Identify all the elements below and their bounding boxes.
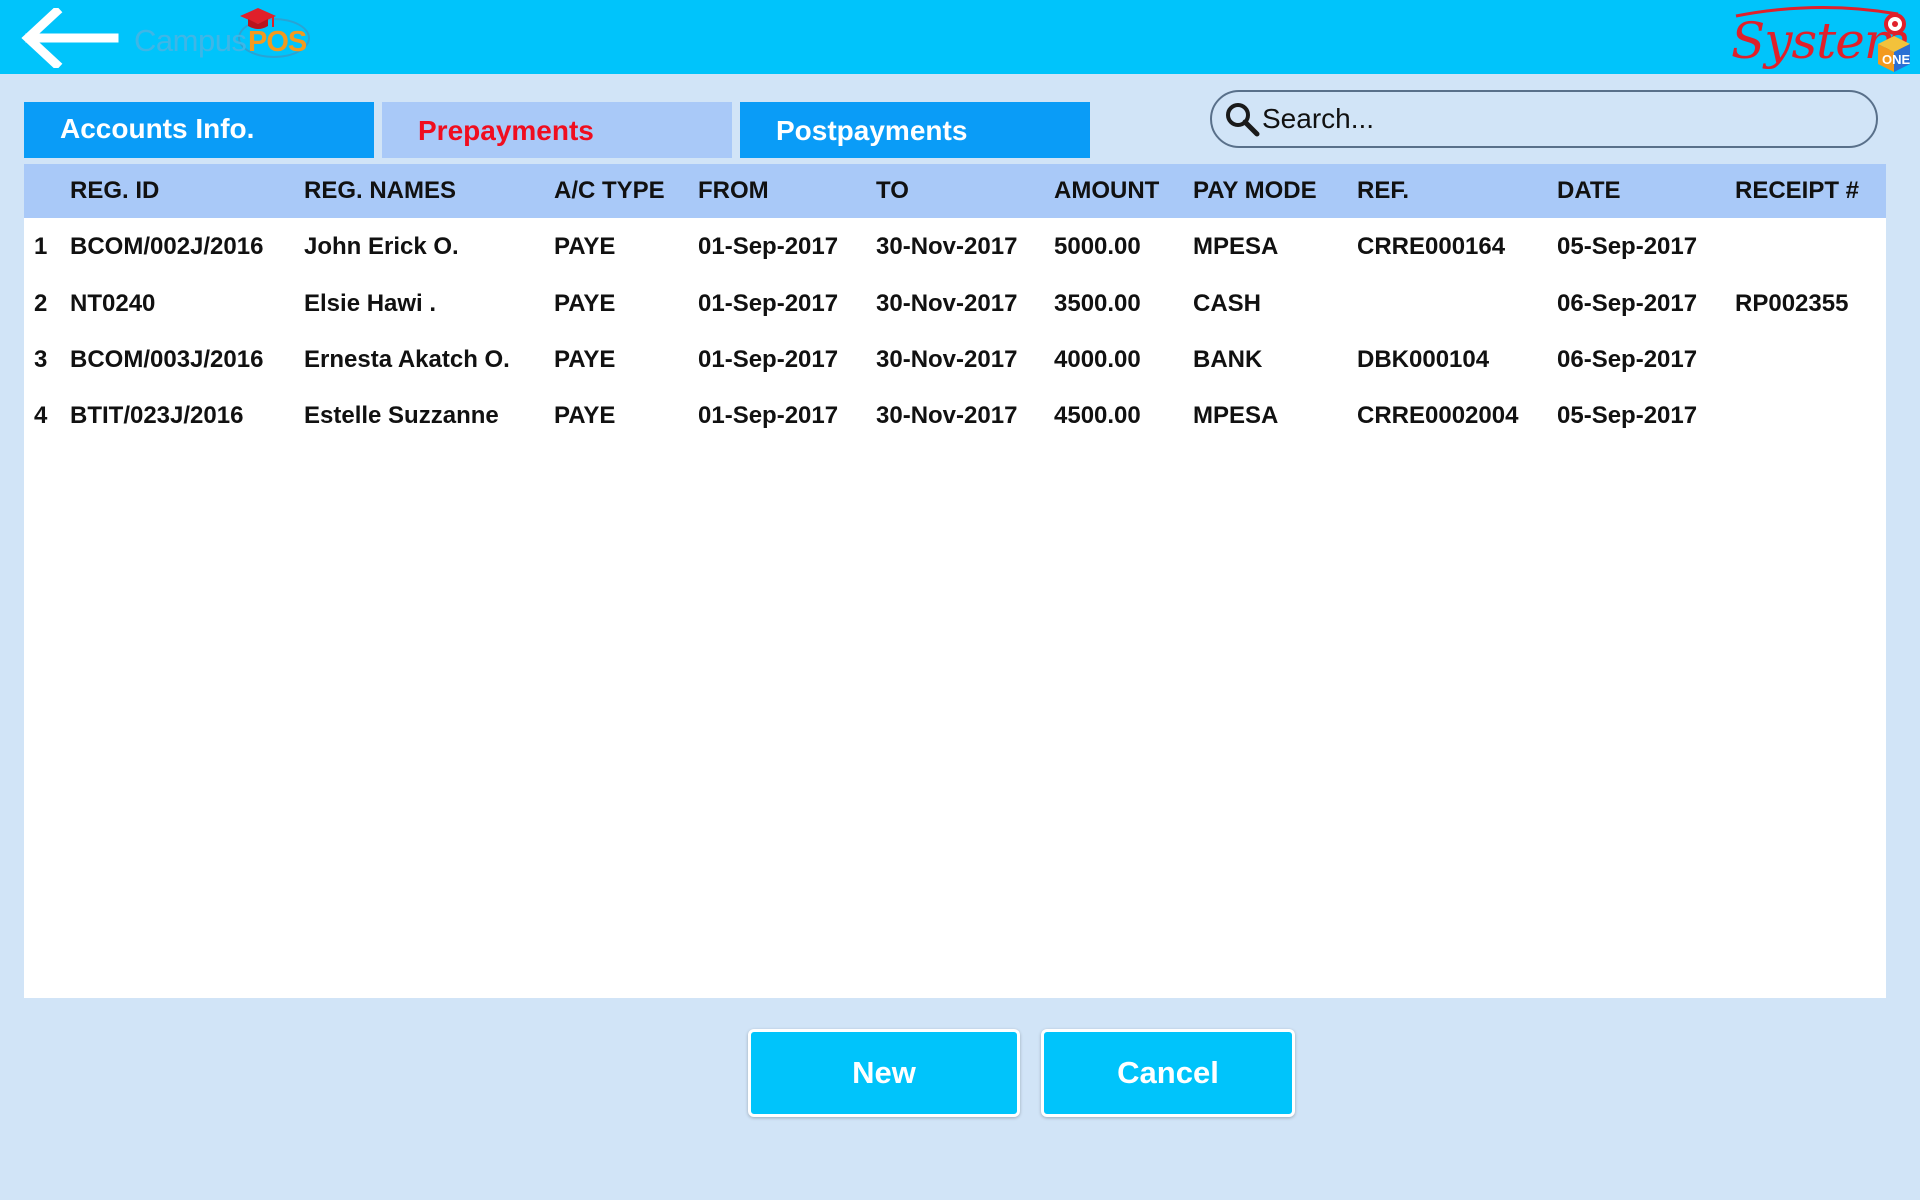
table-header-row: REG. ID REG. NAMES A/C TYPE FROM TO AMOU…	[24, 164, 1886, 218]
to-date-cell: 30-Nov-2017	[876, 346, 1018, 373]
reg-id-cell: NT0240	[70, 290, 156, 317]
to-date-cell: 30-Nov-2017	[876, 402, 1018, 429]
column-header-from[interactable]: FROM	[698, 164, 876, 218]
column-header-index	[24, 164, 70, 218]
pos-logo-text: POS	[248, 26, 307, 58]
reg-names-cell: Elsie Hawi .	[304, 290, 437, 317]
arrow-left-icon	[21, 5, 119, 71]
column-header-to[interactable]: TO	[876, 164, 1054, 218]
column-header-ref[interactable]: REF.	[1357, 164, 1557, 218]
receipt-cell: RP002355	[1735, 290, 1849, 317]
amount-cell: 4000.00	[1054, 346, 1141, 373]
back-button[interactable]	[20, 5, 120, 71]
to-date-cell: 30-Nov-2017	[876, 233, 1018, 260]
column-header-ac-type[interactable]: A/C TYPE	[554, 164, 698, 218]
column-header-reg-id[interactable]: REG. ID	[70, 164, 304, 218]
campus-logo-text: Campus	[134, 23, 247, 58]
row-index: 1	[34, 233, 48, 260]
from-date-cell: 01-Sep-2017	[698, 402, 839, 429]
table-row[interactable]: 4 BTIT/023J/2016 Estelle Suzzanne PAYE 0…	[24, 388, 1886, 444]
row-index: 2	[34, 290, 48, 317]
pay-mode-cell: MPESA	[1193, 233, 1279, 260]
row-index: 3	[34, 346, 48, 373]
ac-type-cell: PAYE	[554, 402, 616, 429]
reg-names-cell: Ernesta Akatch O.	[304, 346, 510, 373]
tab-accounts-info[interactable]: Accounts Info.	[24, 102, 374, 158]
tab-prepayments[interactable]: Prepayments	[382, 102, 732, 158]
amount-cell: 5000.00	[1054, 233, 1141, 260]
from-date-cell: 01-Sep-2017	[698, 346, 839, 373]
top-bar: Campus POS System ONE	[0, 0, 1920, 74]
campus-pos-logo: Campus POS	[130, 6, 330, 68]
prepayments-table: REG. ID REG. NAMES A/C TYPE FROM TO AMOU…	[24, 164, 1886, 998]
pay-mode-cell: BANK	[1193, 346, 1263, 373]
pay-mode-cell: CASH	[1193, 290, 1262, 317]
amount-cell: 3500.00	[1054, 290, 1141, 317]
receipt-cell	[1735, 332, 1886, 388]
tab-postpayments[interactable]: Postpayments	[740, 102, 1090, 158]
reg-id-cell: BCOM/002J/2016	[70, 233, 264, 260]
ref-cell	[1357, 276, 1557, 332]
ref-cell: DBK000104	[1357, 346, 1490, 373]
column-header-amount[interactable]: AMOUNT	[1054, 164, 1193, 218]
new-button[interactable]: New	[748, 1029, 1020, 1117]
amount-cell: 4500.00	[1054, 402, 1141, 429]
date-cell: 06-Sep-2017	[1557, 346, 1698, 373]
system-one-emblem: ONE	[1735, 5, 1911, 72]
date-cell: 06-Sep-2017	[1557, 290, 1698, 317]
date-cell: 05-Sep-2017	[1557, 402, 1698, 429]
search-box[interactable]	[1210, 90, 1878, 148]
pay-mode-cell: MPESA	[1193, 402, 1279, 429]
from-date-cell: 01-Sep-2017	[698, 233, 839, 260]
column-header-reg-names[interactable]: REG. NAMES	[304, 164, 554, 218]
table-row[interactable]: 1 BCOM/002J/2016 John Erick O. PAYE 01-S…	[24, 218, 1886, 276]
ac-type-cell: PAYE	[554, 346, 616, 373]
ac-type-cell: PAYE	[554, 233, 616, 260]
reg-id-cell: BCOM/003J/2016	[70, 346, 264, 373]
system-one-letters: ONE	[1882, 52, 1911, 67]
ref-cell: CRRE0002004	[1357, 402, 1519, 429]
row-index: 4	[34, 402, 48, 429]
receipt-cell	[1735, 388, 1886, 444]
receipt-cell	[1735, 218, 1886, 276]
search-input[interactable]	[1262, 98, 1852, 140]
cancel-button[interactable]: Cancel	[1041, 1029, 1295, 1117]
reg-names-cell: John Erick O.	[304, 233, 459, 260]
column-header-pay-mode[interactable]: PAY MODE	[1193, 164, 1357, 218]
to-date-cell: 30-Nov-2017	[876, 290, 1018, 317]
table-row[interactable]: 3 BCOM/003J/2016 Ernesta Akatch O. PAYE …	[24, 332, 1886, 388]
ref-cell: CRRE000164	[1357, 233, 1506, 260]
reg-names-cell: Estelle Suzzanne	[304, 402, 499, 429]
column-header-date[interactable]: DATE	[1557, 164, 1735, 218]
system-one-logo: System ONE	[1728, 2, 1918, 72]
ac-type-cell: PAYE	[554, 290, 616, 317]
table-row[interactable]: 2 NT0240 Elsie Hawi . PAYE 01-Sep-2017 3…	[24, 276, 1886, 332]
column-header-receipt[interactable]: RECEIPT #	[1735, 164, 1886, 218]
from-date-cell: 01-Sep-2017	[698, 290, 839, 317]
reg-id-cell: BTIT/023J/2016	[70, 402, 244, 429]
search-icon	[1226, 103, 1260, 137]
date-cell: 05-Sep-2017	[1557, 233, 1698, 260]
